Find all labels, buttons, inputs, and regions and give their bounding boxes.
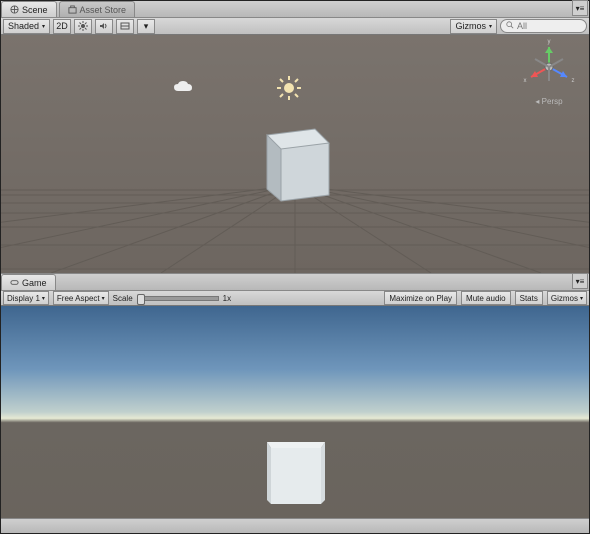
scale-value: 1x xyxy=(223,294,231,303)
projection-mode-label[interactable]: ◂ Persp xyxy=(517,97,581,106)
gizmos-label: Gizmos xyxy=(455,21,486,31)
game-view[interactable] xyxy=(1,306,589,518)
tab-game-label: Game xyxy=(22,278,47,288)
cloud-gizmo-icon[interactable] xyxy=(173,80,193,96)
editor-root: Scene Asset Store ▾≡ Shaded ▾ 2D ▾ Gizmo… xyxy=(0,0,590,534)
panel-options-button[interactable]: ▾≡ xyxy=(572,0,588,16)
scene-toolbar: Shaded ▾ 2D ▾ Gizmos ▾ All xyxy=(1,18,589,35)
directional-light-gizmo-icon[interactable] xyxy=(276,75,302,103)
chevron-down-icon: ▾ xyxy=(489,23,492,30)
maximize-on-play-toggle[interactable]: Maximize on Play xyxy=(384,291,457,305)
aspect-dropdown[interactable]: Free Aspect ▾ xyxy=(53,291,109,305)
chevron-down-icon: ▾ xyxy=(42,23,45,30)
cube-gameobject[interactable] xyxy=(249,115,345,213)
gizmos-dropdown[interactable]: Gizmos ▾ xyxy=(450,19,497,34)
slider-knob[interactable] xyxy=(137,294,145,305)
panel-options-button[interactable]: ▾≡ xyxy=(572,273,588,289)
search-icon xyxy=(506,21,514,31)
game-gizmos-dropdown[interactable]: Gizmos ▾ xyxy=(547,291,587,305)
aspect-label: Free Aspect xyxy=(57,294,100,303)
game-toolbar: Display 1 ▾ Free Aspect ▾ Scale 1x Maxim… xyxy=(1,291,589,306)
mute-audio-toggle[interactable]: Mute audio xyxy=(461,291,511,305)
shading-mode-label: Shaded xyxy=(8,21,39,31)
orientation-gizmo[interactable]: y x z ◂ Persp xyxy=(517,37,581,107)
scale-slider[interactable] xyxy=(137,296,219,301)
gizmo-z-label: z xyxy=(572,78,575,84)
cube-render xyxy=(263,436,329,510)
lighting-toggle-icon[interactable] xyxy=(74,19,92,34)
asset-store-icon xyxy=(68,5,77,14)
scene-icon xyxy=(10,5,19,14)
game-gizmos-label: Gizmos xyxy=(551,294,578,303)
shading-mode-dropdown[interactable]: Shaded ▾ xyxy=(3,19,50,34)
fx-toggle-icon[interactable] xyxy=(116,19,134,34)
status-bar xyxy=(1,518,589,533)
display-label: Display 1 xyxy=(7,294,40,303)
audio-toggle-icon[interactable] xyxy=(95,19,113,34)
gizmo-y-label: y xyxy=(548,39,551,45)
tab-asset-store-label: Asset Store xyxy=(80,5,127,15)
chevron-down-icon: ▾ xyxy=(42,295,45,302)
gizmo-x-label: x xyxy=(524,78,527,84)
tab-asset-store[interactable]: Asset Store xyxy=(59,1,136,17)
display-dropdown[interactable]: Display 1 ▾ xyxy=(3,291,49,305)
scale-label: Scale xyxy=(113,294,133,303)
scene-tab-bar: Scene Asset Store ▾≡ xyxy=(1,1,589,18)
game-tab-bar: Game ▾≡ xyxy=(1,273,589,291)
fx-dropdown-icon[interactable]: ▾ xyxy=(137,19,155,34)
search-placeholder: All xyxy=(517,21,527,31)
scene-search-input[interactable]: All xyxy=(500,19,587,33)
tab-scene-label: Scene xyxy=(22,5,48,15)
stats-toggle[interactable]: Stats xyxy=(515,291,543,305)
chevron-down-icon: ▾ xyxy=(580,295,583,302)
chevron-down-icon: ▾ xyxy=(102,295,105,302)
game-icon xyxy=(10,278,19,287)
tab-scene[interactable]: Scene xyxy=(1,1,57,17)
tab-game[interactable]: Game xyxy=(1,274,56,290)
mode-2d-toggle[interactable]: 2D xyxy=(53,19,71,34)
scene-view[interactable]: y x z ◂ Persp xyxy=(1,35,589,273)
